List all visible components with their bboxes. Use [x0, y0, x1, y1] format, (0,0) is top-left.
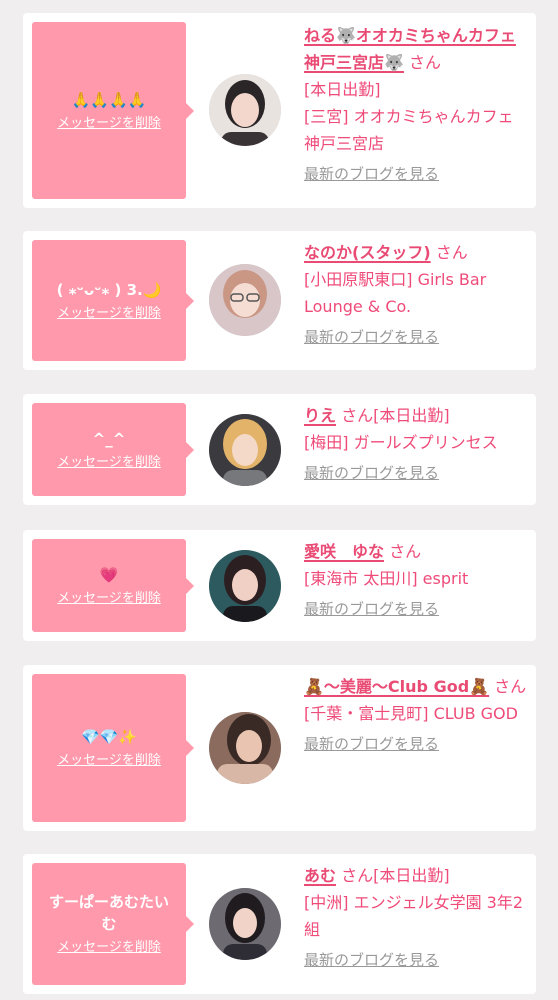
- avatar[interactable]: [209, 74, 281, 146]
- user-name-link[interactable]: 愛咲 ゆな: [304, 542, 384, 561]
- honorific: さん[本日出勤]: [336, 406, 450, 425]
- user-info: 🧸〜美麗〜Club God🧸 さん [千葉・富士見町] CLUB GOD 最新の…: [304, 673, 529, 758]
- shop-location: [梅田] ガールズプリンセス: [304, 433, 498, 452]
- work-status: [本日出勤]: [304, 80, 381, 99]
- latest-blog-link[interactable]: 最新のブログを見る: [304, 161, 439, 188]
- message-card: 🙏🙏🙏🙏 メッセージを削除 ねる🐺オオカミちゃんカフェ神戸三宮店🐺 さん [本日…: [23, 13, 536, 208]
- message-text: すーぱーあむたいむ: [48, 893, 169, 933]
- user-name-link[interactable]: なのか(スタッフ): [304, 243, 431, 262]
- message-bubble: 🙏🙏🙏🙏 メッセージを削除: [32, 22, 194, 199]
- avatar[interactable]: [209, 712, 281, 784]
- message-card: ( ⁎ᵕᴗᵕ⁎ ) 3.🌙 メッセージを削除 なのか(スタッフ) さん [小田原…: [23, 231, 536, 370]
- message-card: 💗 メッセージを削除 愛咲 ゆな さん [東海市 太田川] esprit 最新の…: [23, 530, 536, 641]
- message-bubble: すーぱーあむたいむ メッセージを削除: [32, 863, 194, 985]
- avatar[interactable]: [209, 888, 281, 960]
- delete-message-link[interactable]: メッセージを削除: [57, 752, 161, 770]
- delete-message-link[interactable]: メッセージを削除: [57, 305, 161, 323]
- avatar[interactable]: [209, 264, 281, 336]
- latest-blog-link[interactable]: 最新のブログを見る: [304, 460, 439, 487]
- latest-blog-link[interactable]: 最新のブログを見る: [304, 324, 439, 351]
- user-info: あむ さん[本日出勤] [中洲] エンジェル女学園 3年2組 最新のブログを見る: [304, 862, 529, 974]
- delete-message-link[interactable]: メッセージを削除: [57, 939, 161, 957]
- user-info: 愛咲 ゆな さん [東海市 太田川] esprit 最新のブログを見る: [304, 538, 529, 623]
- message-text: 💗: [99, 565, 119, 584]
- shop-location: [三宮] オオカミちゃんカフェ神戸三宮店: [304, 107, 514, 153]
- shop-location: [中洲] エンジェル女学園 3年2組: [304, 893, 524, 939]
- honorific: さん: [384, 542, 422, 561]
- delete-message-link[interactable]: メッセージを削除: [57, 115, 161, 133]
- message-text: ^_^: [92, 429, 126, 448]
- message-bubble: 💗 メッセージを削除: [32, 539, 194, 632]
- message-bubble: ( ⁎ᵕᴗᵕ⁎ ) 3.🌙 メッセージを削除: [32, 240, 194, 361]
- latest-blog-link[interactable]: 最新のブログを見る: [304, 731, 439, 758]
- user-info: りえ さん[本日出勤] [梅田] ガールズプリンセス 最新のブログを見る: [304, 402, 529, 487]
- user-name-link[interactable]: りえ: [304, 406, 336, 425]
- avatar[interactable]: [209, 550, 281, 622]
- delete-message-link[interactable]: メッセージを削除: [57, 590, 161, 608]
- message-bubble: ^_^ メッセージを削除: [32, 403, 194, 496]
- shop-location: [小田原駅東口] Girls Bar Lounge & Co.: [304, 270, 487, 316]
- shop-location: [東海市 太田川] esprit: [304, 569, 469, 588]
- honorific: さん: [430, 243, 468, 262]
- delete-message-link[interactable]: メッセージを削除: [57, 454, 161, 472]
- honorific: さん: [489, 677, 527, 696]
- user-info: なのか(スタッフ) さん [小田原駅東口] Girls Bar Lounge &…: [304, 239, 529, 351]
- latest-blog-link[interactable]: 最新のブログを見る: [304, 596, 439, 623]
- honorific: さん[本日出勤]: [336, 866, 450, 885]
- message-card: 💎💎✨ メッセージを削除 🧸〜美麗〜Club God🧸 さん [千葉・富士見町]…: [23, 665, 536, 831]
- avatar[interactable]: [209, 414, 281, 486]
- user-info: ねる🐺オオカミちゃんカフェ神戸三宮店🐺 さん [本日出勤] [三宮] オオカミち…: [304, 22, 529, 188]
- message-text: 💎💎✨: [80, 728, 138, 746]
- user-name-link[interactable]: あむ: [304, 866, 336, 885]
- message-card: すーぱーあむたいむ メッセージを削除 あむ さん[本日出勤] [中洲] エンジェ…: [23, 854, 536, 994]
- message-card: ^_^ メッセージを削除 りえ さん[本日出勤] [梅田] ガールズプリンセス …: [23, 394, 536, 505]
- message-text: 🙏🙏🙏🙏: [71, 90, 147, 109]
- message-text: ( ⁎ᵕᴗᵕ⁎ ) 3.🌙: [56, 280, 162, 299]
- message-bubble: 💎💎✨ メッセージを削除: [32, 674, 194, 822]
- latest-blog-link[interactable]: 最新のブログを見る: [304, 947, 439, 974]
- shop-location: [千葉・富士見町] CLUB GOD: [304, 704, 518, 723]
- user-name-link[interactable]: 🧸〜美麗〜Club God🧸: [304, 677, 489, 696]
- honorific: さん: [403, 53, 442, 72]
